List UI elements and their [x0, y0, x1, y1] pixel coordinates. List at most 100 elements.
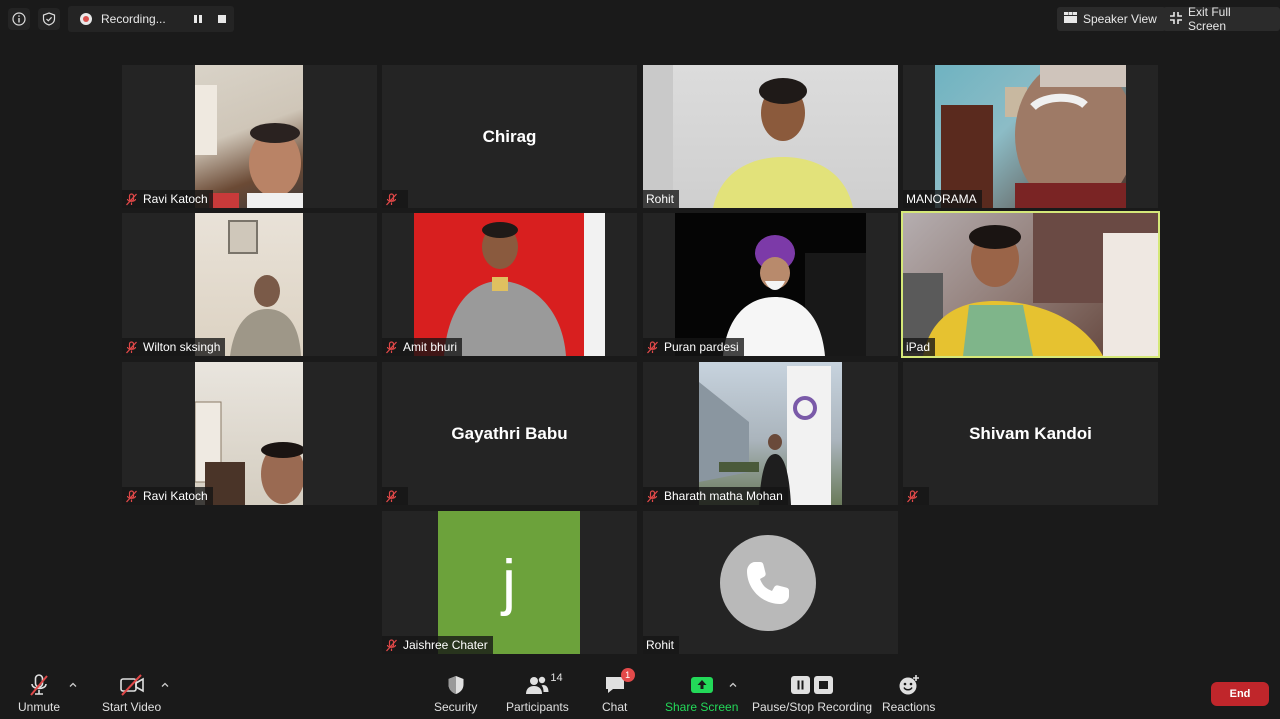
participant-name: Rohit	[646, 192, 675, 206]
participant-name-label: Amit bhuri	[382, 338, 463, 356]
phone-call-icon	[720, 535, 816, 631]
participant-display-name: Shivam Kandoi	[969, 423, 1092, 443]
reactions-smiley-icon	[898, 672, 920, 698]
participant-name-label: iPad	[903, 338, 936, 356]
video-feed	[935, 65, 1126, 208]
muted-mic-icon	[646, 340, 659, 354]
muted-mic-icon	[385, 192, 398, 206]
end-meeting-button[interactable]: End	[1211, 682, 1269, 706]
pause-recording-icon[interactable]	[194, 15, 202, 23]
participant-name-label: Jaishree Chater	[382, 636, 493, 654]
participant-tile[interactable]: Bharath matha Mohan	[643, 362, 898, 505]
reactions-button[interactable]: Reactions	[882, 672, 935, 714]
participant-name-label: MANORAMA	[903, 190, 982, 208]
chat-icon: 1	[604, 668, 635, 698]
start-video-button[interactable]: Start Video	[102, 672, 161, 714]
participant-name: MANORAMA	[906, 192, 977, 206]
chat-button[interactable]: 1 Chat	[602, 668, 635, 714]
participants-label: Participants	[506, 700, 569, 714]
share-screen-icon	[690, 672, 714, 698]
unmute-button[interactable]: Unmute	[18, 672, 60, 714]
chat-label: Chat	[602, 700, 628, 714]
participant-name: Wilton sksingh	[143, 340, 221, 354]
video-feed	[195, 65, 303, 208]
participant-tile[interactable]: Wilton sksingh	[122, 213, 377, 356]
participant-tile[interactable]: Ravi Katoch	[122, 65, 377, 208]
participant-tile[interactable]: Chirag	[382, 65, 637, 208]
share-screen-button[interactable]: Share Screen	[665, 672, 738, 714]
participant-name-label: Bharath matha Mohan	[643, 487, 788, 505]
participant-tile[interactable]: Shivam Kandoi	[903, 362, 1158, 505]
participant-name: iPad	[906, 340, 931, 354]
participant-name-label: Ravi Katoch	[122, 190, 213, 208]
unmute-label: Unmute	[18, 700, 61, 714]
exit-full-screen-label: Exit Full Screen	[1188, 5, 1231, 33]
muted-mic-icon	[385, 489, 398, 503]
participant-name-label: Rohit	[643, 636, 680, 654]
muted-mic-icon	[125, 192, 138, 206]
video-feed	[675, 213, 866, 356]
participant-name: Ravi Katoch	[143, 489, 208, 503]
security-shield-icon[interactable]	[38, 8, 60, 30]
chat-unread-badge: 1	[620, 668, 635, 682]
participant-display-name: Gayathri Babu	[451, 423, 568, 443]
participant-tile[interactable]: Gayathri Babu	[382, 362, 637, 505]
share-options-caret-icon[interactable]	[728, 680, 738, 690]
video-feed	[699, 362, 842, 505]
start-video-label: Start Video	[102, 700, 162, 714]
participant-name: Puran pardesi	[664, 340, 739, 354]
muted-mic-icon	[27, 672, 51, 698]
participant-name: Jaishree Chater	[403, 638, 488, 652]
participant-tile[interactable]: Rohit	[643, 65, 898, 208]
recording-dot-icon	[80, 13, 92, 25]
participant-name-label: Ravi Katoch	[122, 487, 213, 505]
participant-tile[interactable]: MANORAMA	[903, 65, 1158, 208]
participant-tile[interactable]: Ravi Katoch	[122, 362, 377, 505]
speaker-view-icon	[1064, 12, 1077, 26]
meeting-info-icon[interactable]	[8, 8, 30, 30]
video-feed	[195, 362, 303, 505]
video-off-icon	[119, 672, 145, 698]
participants-count: 14	[550, 672, 563, 684]
participant-name-label	[382, 487, 408, 505]
participant-name-label: Puran pardesi	[643, 338, 744, 356]
participant-name: Amit bhuri	[403, 340, 458, 354]
participant-tile[interactable]: j Jaishree Chater	[382, 511, 637, 654]
participant-display-name: Chirag	[482, 126, 537, 146]
muted-mic-icon	[125, 340, 138, 354]
participant-avatar: j	[438, 511, 580, 654]
participant-tile[interactable]: Rohit	[643, 511, 898, 654]
participant-name: Ravi Katoch	[143, 192, 208, 206]
muted-mic-icon	[385, 638, 398, 652]
speaker-view-label: Speaker View	[1083, 12, 1157, 26]
stop-recording-icon[interactable]	[218, 15, 226, 23]
audio-options-caret-icon[interactable]	[68, 680, 78, 690]
pause-stop-recording-icon	[789, 672, 835, 698]
share-screen-label: Share Screen	[665, 700, 739, 714]
participant-name-label	[382, 190, 408, 208]
speaker-view-button[interactable]: Speaker View	[1057, 7, 1166, 31]
participant-tile[interactable]: Puran pardesi	[643, 213, 898, 356]
muted-mic-icon	[906, 489, 919, 503]
recording-label: Recording...	[101, 12, 166, 26]
participant-name: Bharath matha Mohan	[664, 489, 783, 503]
reactions-label: Reactions	[882, 700, 936, 714]
pause-stop-recording-button[interactable]: Pause/Stop Recording	[752, 672, 872, 714]
security-label: Security	[434, 700, 478, 714]
shield-icon	[445, 672, 467, 698]
security-button[interactable]: Security	[434, 672, 477, 714]
participant-tile-active-speaker[interactable]: iPad	[901, 211, 1160, 358]
exit-full-screen-button[interactable]: Exit Full Screen	[1163, 5, 1280, 33]
video-feed	[903, 213, 1158, 356]
video-feed	[414, 213, 605, 356]
participant-tile[interactable]: Amit bhuri	[382, 213, 637, 356]
muted-mic-icon	[385, 340, 398, 354]
muted-mic-icon	[125, 489, 138, 503]
participant-name-label	[903, 487, 929, 505]
participant-name-label: Rohit	[643, 190, 680, 208]
participants-button[interactable]: 14 Participants	[506, 672, 569, 714]
recording-indicator: Recording...	[68, 6, 234, 32]
participants-icon: 14	[525, 672, 563, 698]
video-options-caret-icon[interactable]	[160, 680, 170, 690]
exit-full-screen-icon	[1170, 11, 1182, 27]
